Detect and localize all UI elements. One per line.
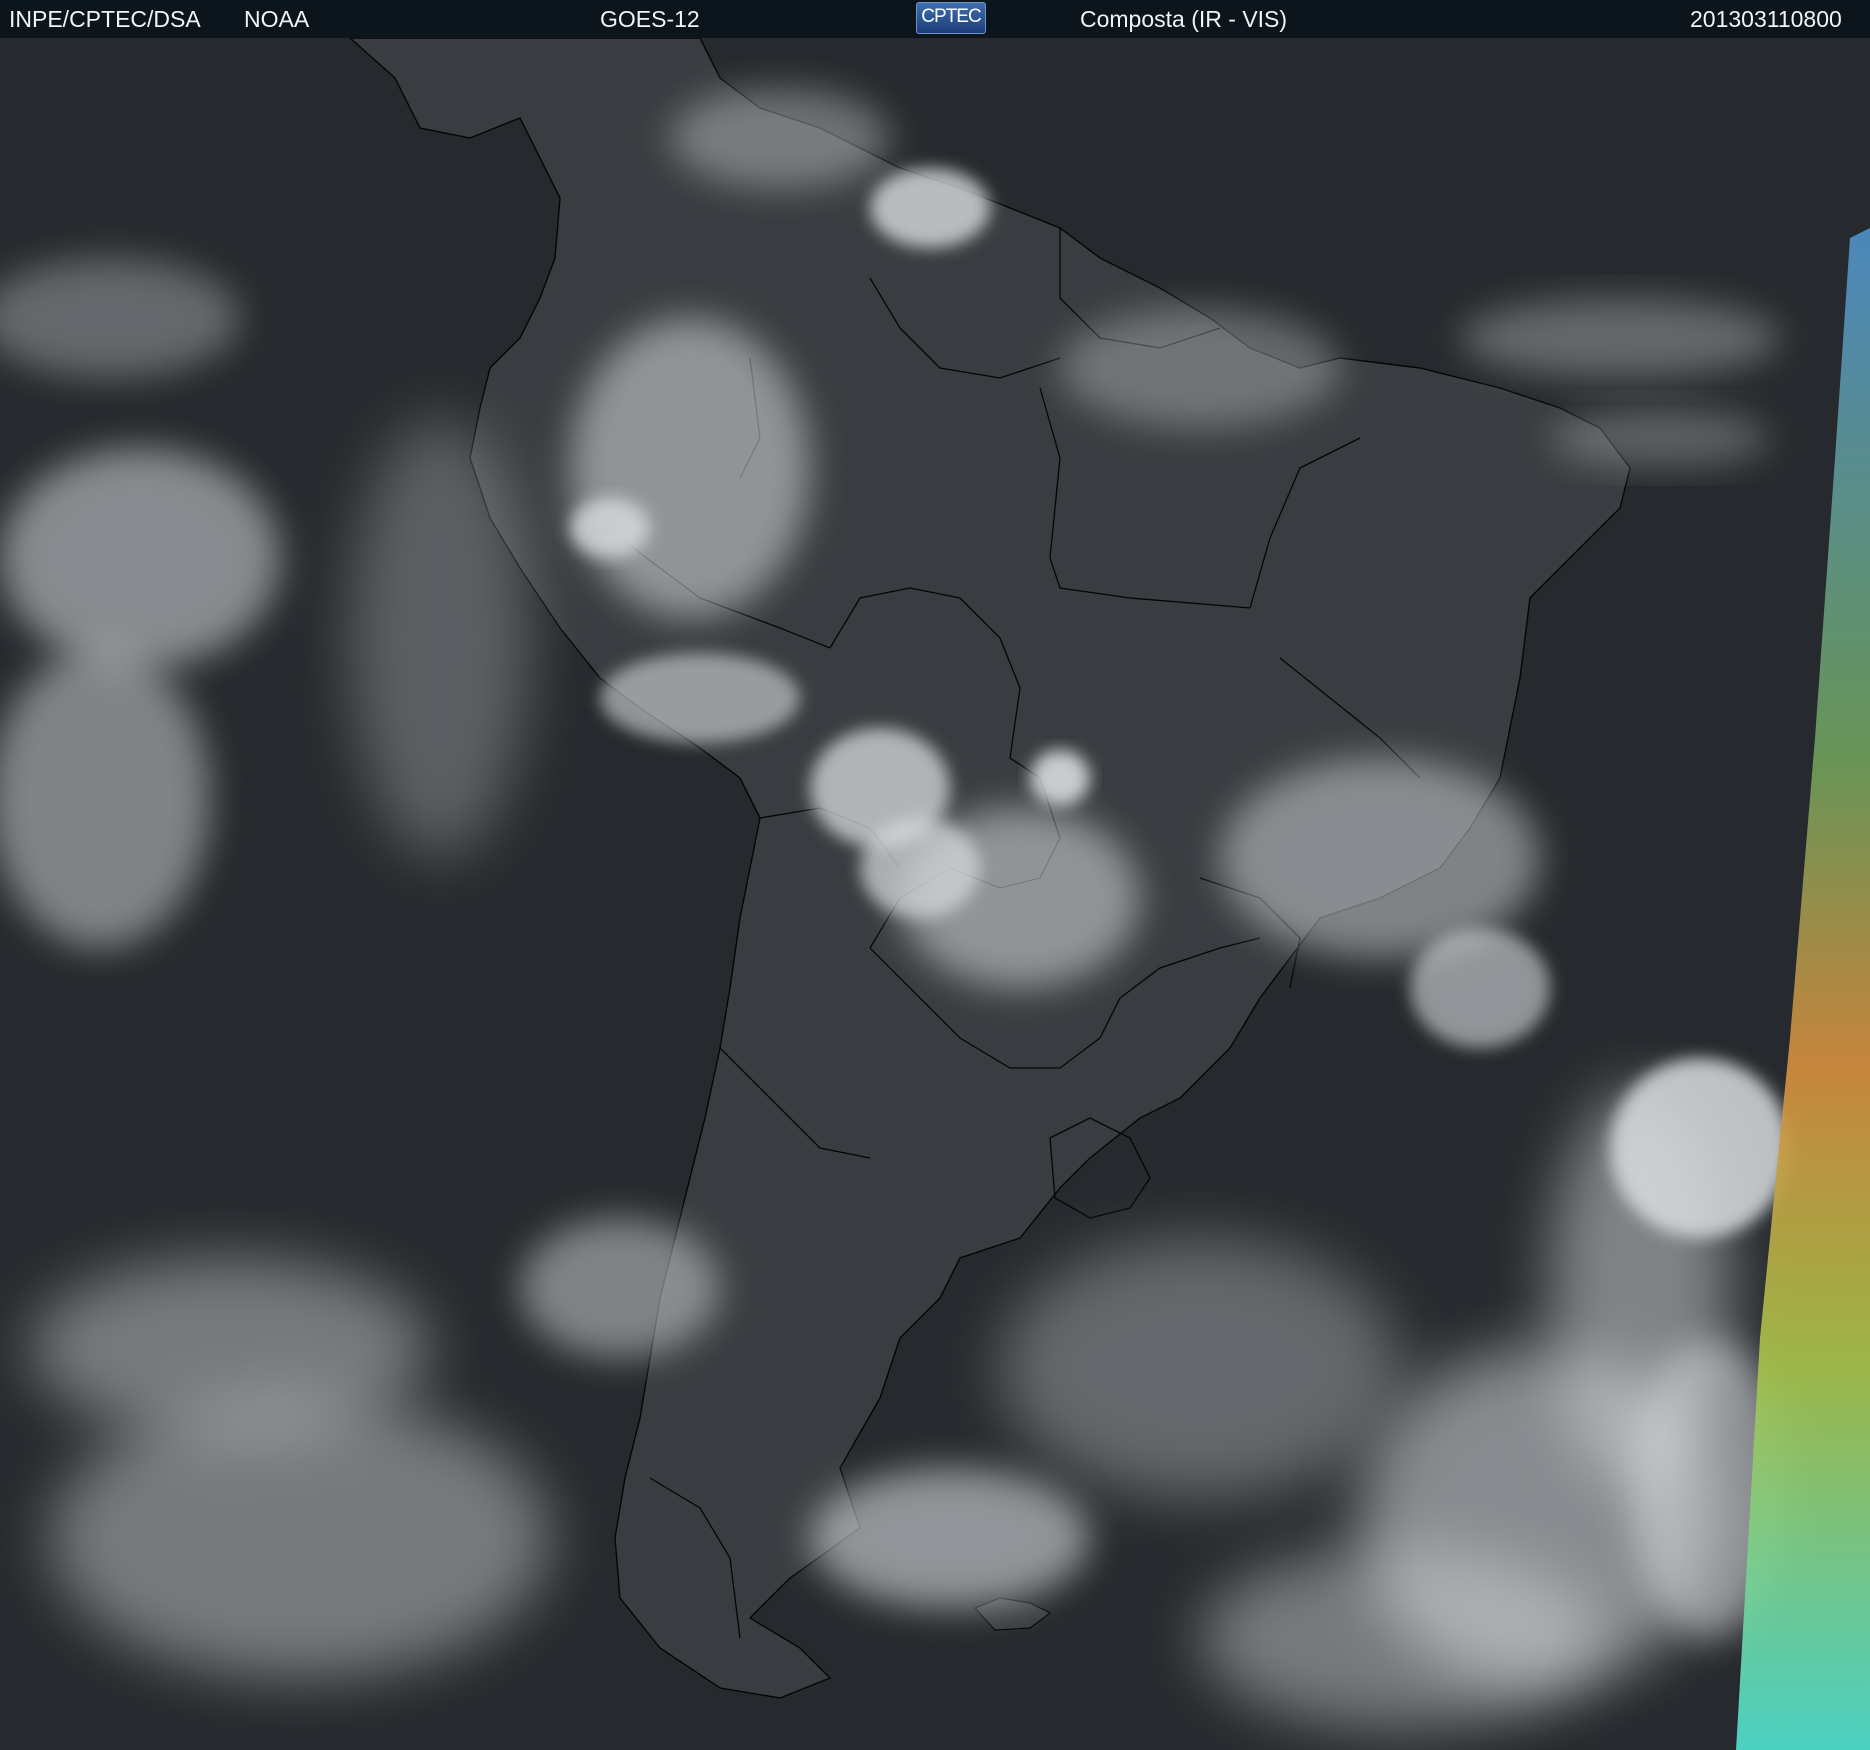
source-label: INPE/CPTEC/DSA [9,6,201,32]
product-label: Composta (IR - VIS) [1080,6,1288,32]
satellite-label: GOES-12 [600,6,700,32]
agency-label: NOAA [244,6,310,32]
timestamp-label: 201303110800 [1690,6,1842,32]
cptec-logo: CPTEC [916,2,986,34]
satellite-map [0,38,1870,1750]
logo-text: CPTEC [921,6,981,27]
image-header: INPE/CPTEC/DSA NOAA GOES-12 CPTEC Compos… [0,0,1870,38]
